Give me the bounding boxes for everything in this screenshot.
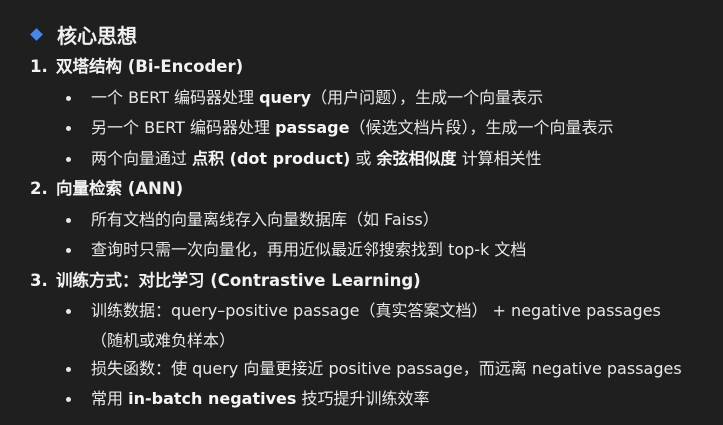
section-title-text: 向量检索 (ANN) bbox=[56, 179, 184, 198]
section-number: 2. bbox=[30, 179, 48, 198]
bullet-dot-icon bbox=[66, 309, 71, 314]
bullet-list: 训练数据：query–positive passage（真实答案文档） + ne… bbox=[30, 296, 723, 415]
bullet-text: 所有文档的向量离线存入向量数据库（如 Faiss） bbox=[91, 209, 439, 229]
section-title-text: 训练方式：对比学习 (Contrastive Learning) bbox=[56, 270, 421, 290]
bullet-text: 计算相关性 bbox=[456, 148, 542, 168]
bullet-text: 两个向量通过 bbox=[91, 148, 193, 168]
bullet-bold-text: passage bbox=[275, 118, 350, 137]
list-item: 另一个 BERT 编码器处理 passage（候选文档片段），生成一个向量表示 bbox=[30, 113, 723, 144]
section-number: 1. bbox=[30, 57, 48, 76]
bullet-text: （候选文档片段），生成一个向量表示 bbox=[349, 118, 614, 137]
list-item: 常用 in-batch negatives 技巧提升训练效率 bbox=[30, 384, 723, 415]
bullet-text: 查询时只需一次向量化，再用近似最近邻搜索找到 top-k 文档 bbox=[91, 240, 527, 259]
bullet-bold-text: 点积 (dot product) bbox=[192, 148, 351, 168]
bullet-text: 或 bbox=[350, 148, 377, 168]
bullet-text: 训练数据：query–positive passage（真实答案文档） + ne… bbox=[91, 301, 661, 320]
document-page: 核心思想 1. 双塔结构 (Bi-Encoder) 一个 BERT 编码器处理 q… bbox=[0, 0, 723, 425]
bullet-continuation-text: （随机或难负样本） bbox=[91, 330, 236, 350]
bullet-dot-icon bbox=[66, 366, 71, 372]
bullet-dot-icon bbox=[66, 126, 71, 131]
list-item: 损失函数：使 query 向量更接近 positive passage，而远离 … bbox=[30, 354, 723, 385]
bullet-text: 技巧提升训练效率 bbox=[296, 389, 430, 408]
bullet-text: 常用 bbox=[91, 389, 129, 408]
section-title: 3. 训练方式：对比学习 (Contrastive Learning) bbox=[30, 266, 723, 297]
bullet-dot-icon bbox=[66, 95, 71, 101]
bullet-text: 另一个 BERT 编码器处理 bbox=[91, 118, 276, 137]
section-title: 1. 双塔结构 (Bi-Encoder) bbox=[30, 52, 723, 83]
list-item: 查询时只需一次向量化，再用近似最近邻搜索找到 top-k 文档 bbox=[30, 235, 723, 266]
list-item: 训练数据：query–positive passage（真实答案文档） + ne… bbox=[30, 296, 723, 354]
heading-text: 核心思想 bbox=[57, 23, 137, 48]
bullet-dot-icon bbox=[66, 397, 71, 402]
list-item: 一个 BERT 编码器处理 query（用户问题），生成一个向量表示 bbox=[30, 83, 723, 114]
list-item: 所有文档的向量离线存入向量数据库（如 Faiss） bbox=[30, 205, 723, 236]
bullet-dot-icon bbox=[66, 248, 71, 253]
bullet-list: 所有文档的向量离线存入向量数据库（如 Faiss） 查询时只需一次向量化，再用近… bbox=[30, 205, 723, 266]
section-heading: 核心思想 bbox=[30, 16, 723, 52]
bullet-text: 损失函数：使 query 向量更接近 positive passage，而远离 … bbox=[91, 358, 682, 378]
bullet-bold-text: 余弦相似度 bbox=[376, 148, 457, 168]
bullet-text: （用户问题），生成一个向量表示 bbox=[311, 87, 544, 107]
section-title: 2. 向量检索 (ANN) bbox=[30, 174, 723, 205]
bullet-bold-text: in-batch negatives bbox=[128, 389, 297, 408]
bullet-dot-icon bbox=[66, 156, 71, 162]
section-title-text: 双塔结构 (Bi-Encoder) bbox=[56, 57, 244, 76]
list-item: 两个向量通过 点积 (dot product) 或 余弦相似度 计算相关性 bbox=[30, 144, 723, 175]
bullet-list: 一个 BERT 编码器处理 query（用户问题），生成一个向量表示 另一个 B… bbox=[30, 83, 723, 175]
bullet-dot-icon bbox=[66, 217, 71, 223]
bullet-text: 一个 BERT 编码器处理 bbox=[91, 87, 260, 107]
bullet-bold-text: query bbox=[259, 87, 312, 107]
diamond-bullet-icon bbox=[30, 27, 43, 41]
section-number: 3. bbox=[30, 270, 48, 290]
